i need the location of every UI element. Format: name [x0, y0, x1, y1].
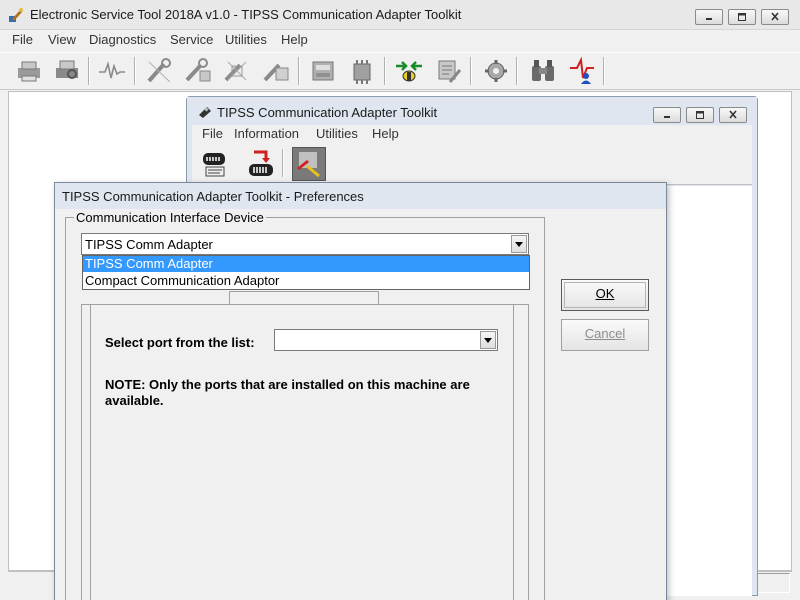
preferences-titlebar[interactable]: TIPSS Communication Adapter Toolkit - Pr…: [55, 183, 666, 209]
wrench-tool-icon: [147, 58, 171, 83]
close-icon: [729, 110, 737, 119]
preferences-dialog: TIPSS Communication Adapter Toolkit - Pr…: [54, 182, 667, 600]
binoculars-icon: [532, 60, 554, 81]
adapter-flash-button[interactable]: [246, 149, 276, 179]
wrench-multi-icon: [263, 63, 289, 82]
connect-arrows-icon: [396, 61, 422, 82]
wrench-list-button[interactable]: [183, 56, 213, 86]
print-preview-button[interactable]: [52, 56, 82, 86]
tab-divider: [528, 304, 529, 600]
wrench-grid-icon: [224, 61, 247, 82]
device-option-tipss[interactable]: TIPSS Comm Adapter: [83, 256, 529, 272]
port-label: Select port from the list:: [105, 335, 255, 350]
minimize-icon: [664, 116, 670, 118]
chevron-down-icon: [484, 338, 492, 343]
toolkit-toolbar: [192, 145, 752, 185]
chip-icon: [353, 60, 371, 84]
cancel-button-label: Cancel: [584, 326, 626, 341]
cancel-button[interactable]: Cancel: [561, 319, 649, 351]
print-button[interactable]: [14, 56, 44, 86]
tools-list-icon: [438, 60, 462, 83]
toolbar-separator: [134, 57, 136, 85]
tab-divider: [81, 304, 82, 600]
adapter-flash-icon: [249, 150, 273, 176]
device-combobox[interactable]: TIPSS Comm Adapter: [81, 233, 529, 255]
toolbar-separator: [282, 149, 284, 177]
toolbar-separator: [88, 57, 90, 85]
tab-divider: [229, 291, 379, 292]
main-toolbar: [0, 52, 800, 90]
wrench-grid-button[interactable]: [222, 56, 252, 86]
print-preview-icon: [56, 60, 78, 79]
menu-utilities[interactable]: Utilities: [225, 32, 267, 47]
maximize-icon: [738, 13, 746, 21]
close-icon: [771, 12, 779, 21]
device-option-compact[interactable]: Compact Communication Adaptor: [83, 273, 529, 289]
toolkit-titlebar[interactable]: TIPSS Communication Adapter Toolkit: [187, 97, 757, 127]
toolkit-minimize-button[interactable]: [653, 107, 681, 123]
tab-divider: [229, 291, 230, 305]
main-titlebar[interactable]: Electronic Service Tool 2018A v1.0 - TIP…: [0, 0, 800, 30]
device-combobox-arrow[interactable]: [511, 235, 527, 253]
binoculars-button[interactable]: [528, 56, 558, 86]
port-combobox-arrow[interactable]: [480, 331, 496, 349]
tools-list-button[interactable]: [434, 56, 464, 86]
adapter-edit-button[interactable]: [292, 147, 326, 181]
gear-tool-icon: [485, 60, 507, 82]
main-window-title: Electronic Service Tool 2018A v1.0 - TIP…: [30, 7, 462, 22]
graph-user-icon: [570, 56, 594, 84]
toolbar-separator: [470, 57, 472, 85]
connect-button[interactable]: [394, 56, 424, 86]
chip-button[interactable]: [347, 56, 377, 86]
toolkit-menu-help[interactable]: Help: [372, 126, 399, 141]
toolbar-separator: [384, 57, 386, 85]
adapter-list-button[interactable]: [200, 149, 230, 179]
waveform-button[interactable]: [97, 56, 127, 86]
preferences-title: TIPSS Communication Adapter Toolkit - Pr…: [62, 189, 364, 204]
gear-tool-button[interactable]: [481, 56, 511, 86]
app-wrench-icon: [9, 8, 23, 22]
ok-button-focus-ring: [564, 282, 646, 308]
ports-note: NOTE: Only the ports that are installed …: [105, 377, 470, 408]
maximize-icon: [696, 111, 704, 119]
minimize-button[interactable]: [695, 9, 723, 25]
close-button[interactable]: [761, 9, 789, 25]
module-button[interactable]: [308, 56, 338, 86]
menu-view[interactable]: View: [48, 32, 76, 47]
toolbar-separator: [603, 57, 605, 85]
main-menubar: File View Diagnostics Service Utilities …: [0, 30, 800, 50]
module-icon: [312, 61, 334, 81]
menu-file[interactable]: File: [12, 32, 33, 47]
port-combobox[interactable]: [274, 329, 498, 351]
interface-device-group-label: Communication Interface Device: [74, 210, 266, 225]
menu-service[interactable]: Service: [170, 32, 213, 47]
device-dropdown-list: TIPSS Comm Adapter Compact Communication…: [82, 255, 530, 290]
device-combobox-value: TIPSS Comm Adapter: [85, 237, 213, 252]
waveform-icon: [99, 61, 125, 79]
toolkit-window-title: TIPSS Communication Adapter Toolkit: [217, 105, 438, 120]
tab-divider: [378, 291, 379, 305]
toolbar-separator: [516, 57, 518, 85]
chevron-down-icon: [515, 242, 523, 247]
wrench-list-icon: [185, 58, 211, 82]
toolkit-menu-utilities[interactable]: Utilities: [316, 126, 358, 141]
minimize-icon: [706, 18, 712, 20]
toolkit-menu-information[interactable]: Information: [234, 126, 299, 141]
wrench-multi-button[interactable]: [261, 56, 291, 86]
toolkit-menu-file[interactable]: File: [202, 126, 223, 141]
menu-diagnostics[interactable]: Diagnostics: [89, 32, 156, 47]
graph-user-button[interactable]: [567, 56, 597, 86]
toolkit-close-button[interactable]: [719, 107, 747, 123]
toolkit-adapter-icon: [199, 107, 211, 118]
toolbar-separator: [298, 57, 300, 85]
maximize-button[interactable]: [728, 9, 756, 25]
adapter-list-icon: [203, 153, 225, 177]
toolkit-maximize-button[interactable]: [686, 107, 714, 123]
adapter-edit-icon: [297, 152, 320, 178]
ok-button[interactable]: OK: [561, 279, 649, 311]
toolkit-menubar: File Information Utilities Help: [192, 125, 752, 145]
menu-help[interactable]: Help: [281, 32, 308, 47]
wrench-tool-button[interactable]: [144, 56, 174, 86]
print-icon: [18, 61, 40, 82]
